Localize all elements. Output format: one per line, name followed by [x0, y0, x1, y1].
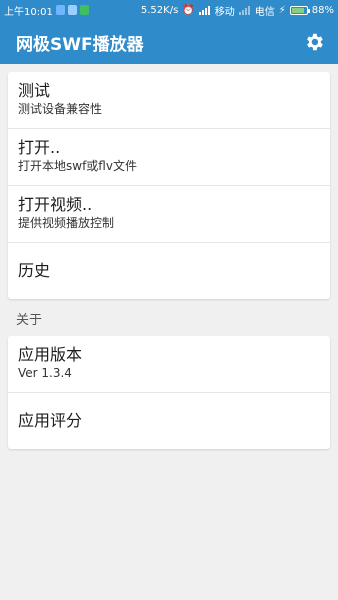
app-bar: 网极SWF播放器: [0, 20, 338, 64]
status-bar: 上午10:01 5.52K/s ⏰ 移动 电信 ⚡ 88%: [0, 0, 338, 20]
alarm-icon: ⏰: [182, 4, 195, 16]
gear-icon: [307, 33, 323, 51]
carrier-name: 移动: [214, 6, 235, 18]
menu-item-title: 历史: [18, 261, 51, 280]
menu-item-subtitle: 测试设备兼容性: [18, 102, 103, 116]
menu-item-title: 测试: [18, 81, 51, 100]
settings-button[interactable]: [302, 30, 326, 54]
charging-icon: ⚡: [278, 4, 286, 16]
signal-icon: [198, 5, 211, 15]
carrier-name: 电信: [254, 6, 275, 18]
status-time: 上午10:01: [4, 6, 53, 18]
menu-item-title: 应用版本: [18, 345, 83, 364]
menu-item-subtitle: 打开本地swf或flv文件: [18, 159, 137, 173]
signal-icon: [238, 5, 251, 15]
menu-item-test[interactable]: 测试 测试设备兼容性: [8, 72, 330, 129]
version-value: Ver 1.3.4: [18, 366, 72, 380]
app-title: 网极SWF播放器: [16, 34, 144, 55]
menu-item-open-video[interactable]: 打开视频.. 提供视频播放控制: [8, 186, 330, 243]
notification-icon: [55, 5, 65, 15]
main-menu-card: 测试 测试设备兼容性 打开.. 打开本地swf或flv文件 打开视频.. 提供视…: [8, 72, 330, 299]
battery-percent: 88%: [311, 4, 334, 16]
menu-item-title: 应用评分: [18, 411, 83, 430]
status-left: 上午10:01: [4, 3, 89, 18]
menu-item-history[interactable]: 历史: [8, 243, 330, 299]
menu-item-title: 打开视频..: [18, 195, 93, 214]
about-card: 应用版本 Ver 1.3.4 应用评分: [8, 336, 330, 449]
status-right: 5.52K/s ⏰ 移动 电信 ⚡ 88%: [141, 3, 334, 18]
network-speed: 5.52K/s: [140, 4, 179, 16]
menu-item-subtitle: 提供视频播放控制: [18, 216, 115, 230]
battery-icon: [289, 5, 310, 15]
menu-item-open-file[interactable]: 打开.. 打开本地swf或flv文件: [8, 129, 330, 186]
notification-icon: [67, 5, 77, 15]
section-header-about: 关于: [16, 313, 43, 328]
battery-level: [291, 7, 305, 13]
notification-icon: [79, 5, 89, 15]
menu-item-title: 打开..: [18, 138, 61, 157]
menu-item-app-version[interactable]: 应用版本 Ver 1.3.4: [8, 336, 330, 393]
menu-item-rate-app[interactable]: 应用评分: [8, 393, 330, 449]
